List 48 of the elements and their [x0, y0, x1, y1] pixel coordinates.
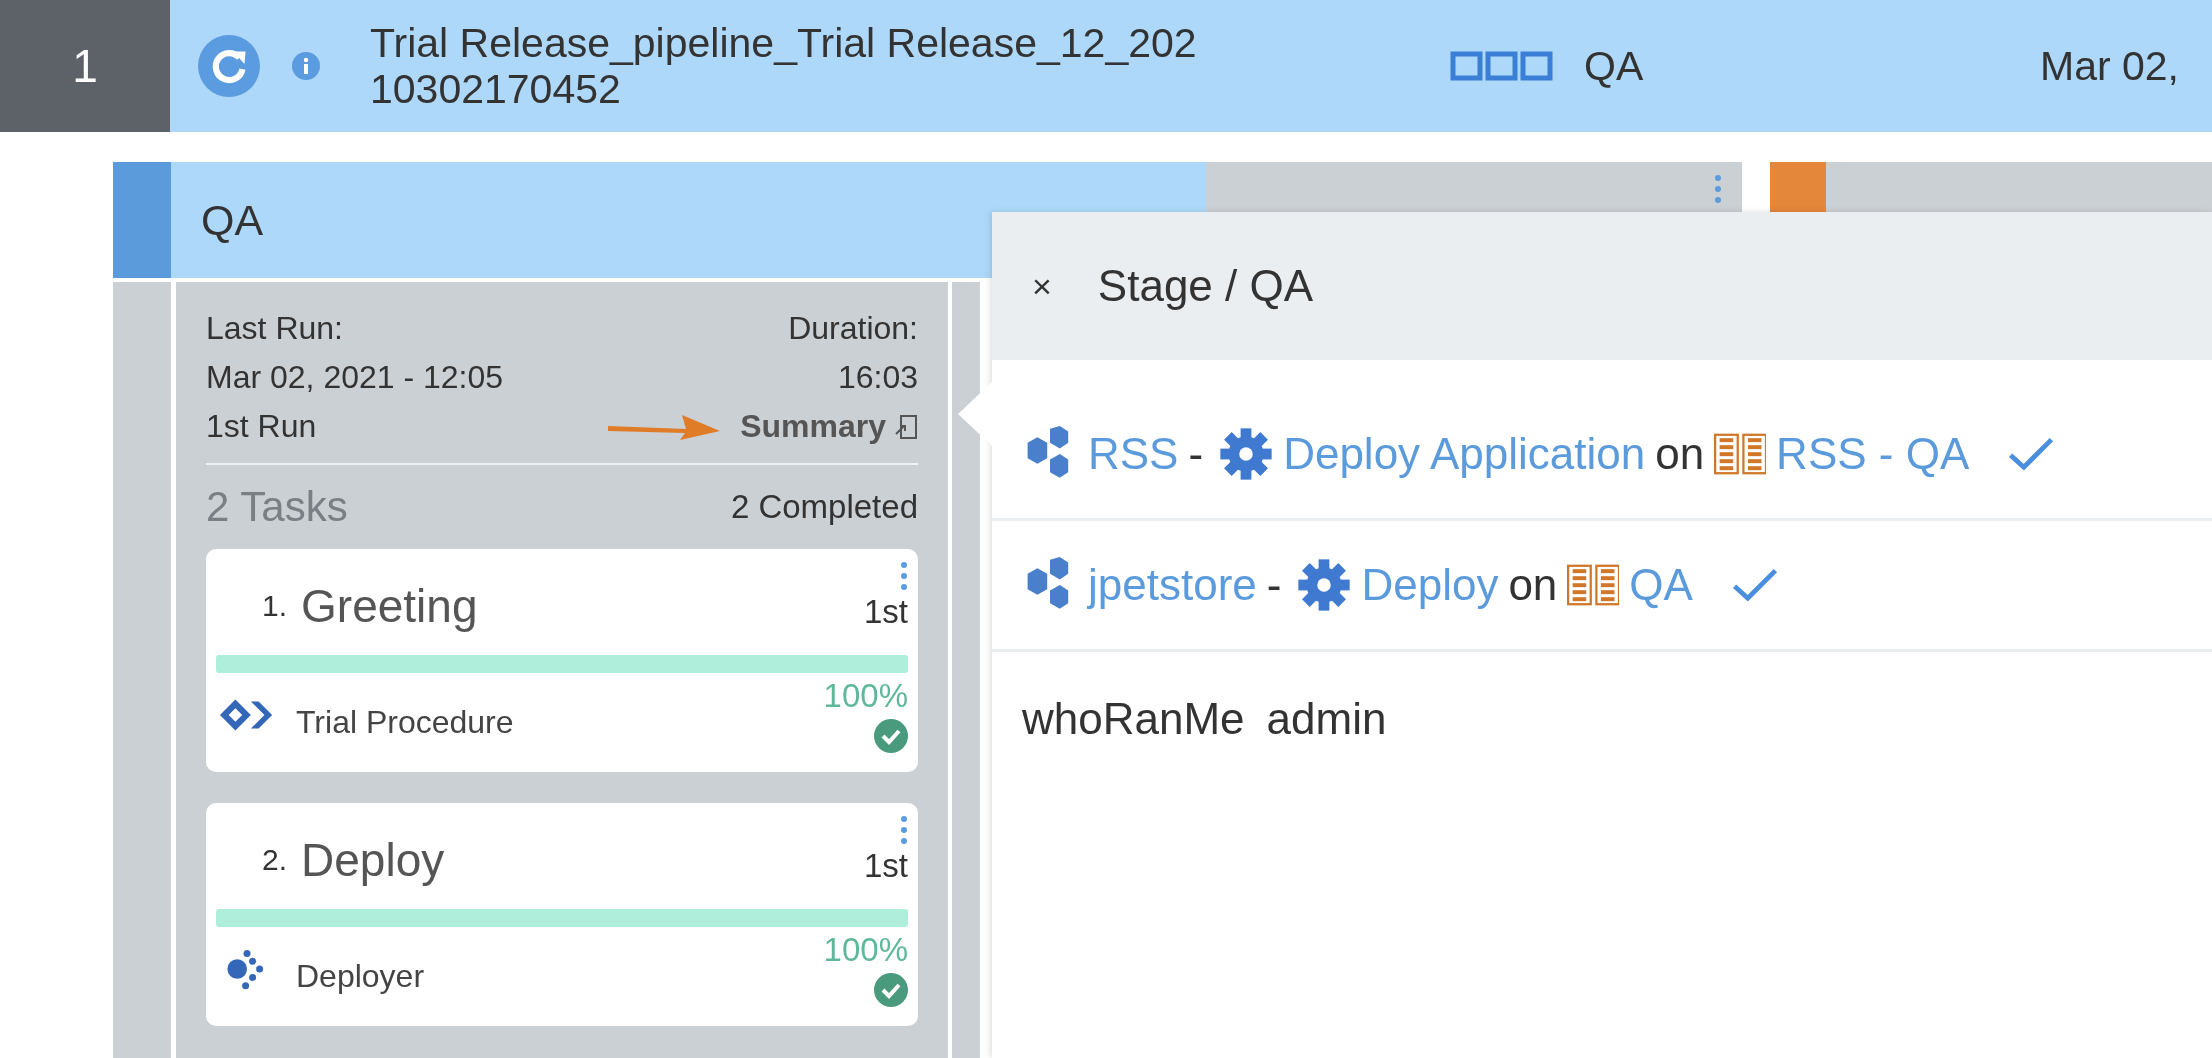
- servers-icon: [1714, 433, 1767, 475]
- task-number: 2.: [262, 843, 288, 877]
- gear-icon: [1219, 427, 1274, 481]
- progress-percent: 100%: [823, 931, 908, 969]
- task-name: Deploy: [301, 833, 446, 887]
- attempt-label: 1st: [863, 847, 908, 885]
- tasks-count: 2 Tasks: [206, 483, 348, 531]
- completed-count: 2 Completed: [730, 488, 918, 526]
- separator: -: [1266, 560, 1282, 610]
- progress-percent: 100%: [823, 677, 908, 715]
- task-type: Trial Procedure: [296, 702, 515, 741]
- last-run-date: Mar 02, 2021 - 12:05: [206, 358, 504, 397]
- process-link[interactable]: Deploy: [1361, 560, 1499, 610]
- process-link[interactable]: Deploy Application: [1283, 429, 1646, 479]
- last-run-label: Last Run:: [206, 309, 344, 348]
- summary-link[interactable]: Summary: [740, 402, 886, 451]
- duration-label: Duration:: [787, 309, 918, 348]
- task-card[interactable]: 2. Deploy 1st Deployer 100%: [206, 803, 918, 1026]
- task-card[interactable]: 1. Greeting 1st Trial Procedure 100%: [206, 549, 918, 772]
- more-icon[interactable]: [900, 815, 908, 845]
- parameter-value: admin: [1266, 694, 1387, 744]
- environment-link[interactable]: QA: [1629, 560, 1693, 610]
- open-panel-icon[interactable]: [894, 413, 918, 440]
- refresh-icon[interactable]: [198, 35, 260, 97]
- attempt-label: 1st: [863, 593, 908, 631]
- run-ordinal: 1st Run: [206, 407, 318, 446]
- stage-name: QA: [201, 195, 264, 245]
- application-link[interactable]: jpetstore: [1088, 560, 1257, 610]
- servers-icon: [1567, 564, 1620, 606]
- run-title: Trial Release_pipeline_Trial Release_12_202 10302170452: [370, 20, 1198, 112]
- duration-value: 16:03: [836, 358, 918, 397]
- parameter-name: whoRanMe: [1022, 694, 1245, 744]
- gear-icon: [1297, 558, 1352, 612]
- info-icon[interactable]: [292, 52, 320, 80]
- task-type: Deployer: [296, 956, 426, 995]
- task-number: 1.: [262, 589, 288, 623]
- more-icon[interactable]: [1714, 174, 1722, 204]
- task-name: Greeting: [301, 579, 479, 633]
- connector-text: on: [1655, 429, 1705, 479]
- run-number: 1: [0, 0, 170, 132]
- environment-link[interactable]: RSS - QA: [1776, 429, 1970, 479]
- connector-text: on: [1508, 560, 1558, 610]
- run-date: Mar 02,: [2040, 42, 2179, 90]
- current-stage: QA: [1584, 42, 1645, 90]
- more-icon[interactable]: [900, 561, 908, 591]
- application-link[interactable]: RSS: [1088, 429, 1179, 479]
- stage-squares-icon: [1450, 51, 1554, 81]
- separator: -: [1188, 429, 1204, 479]
